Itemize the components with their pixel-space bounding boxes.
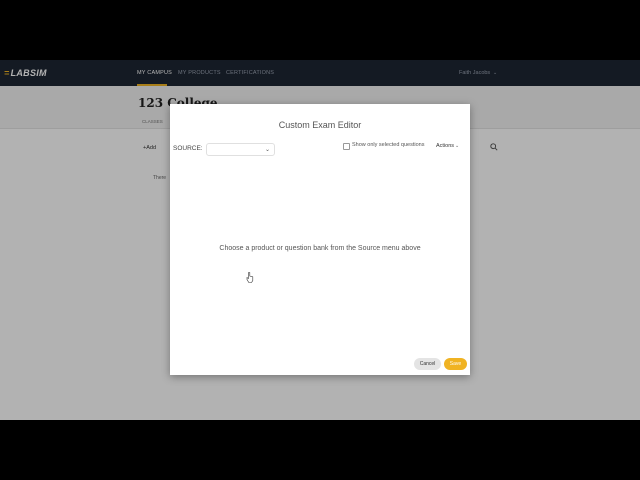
chevron-down-icon: ⌄ [264,147,270,153]
empty-state-message: Choose a product or question bank from t… [219,245,421,252]
show-selected-label[interactable]: Show only selected questions [352,142,424,148]
source-select[interactable]: ⌄ [206,143,275,156]
dialog-title: Custom Exam Editor [278,120,362,130]
save-button[interactable]: Save [444,358,467,370]
cancel-button[interactable]: Cancel [414,358,441,370]
pointer-cursor-icon [246,272,254,283]
custom-exam-editor-dialog: Custom Exam Editor SOURCE: ⌄ Show only s… [170,104,470,375]
show-selected-checkbox[interactable] [343,143,350,150]
app-screen: =LABSIM MY CAMPUS MY PRODUCTS CERTIFICAT… [0,60,640,420]
actions-menu[interactable]: Actions [436,143,454,149]
chevron-down-icon[interactable]: ⌄ [455,143,459,149]
source-label: SOURCE: [173,145,203,152]
